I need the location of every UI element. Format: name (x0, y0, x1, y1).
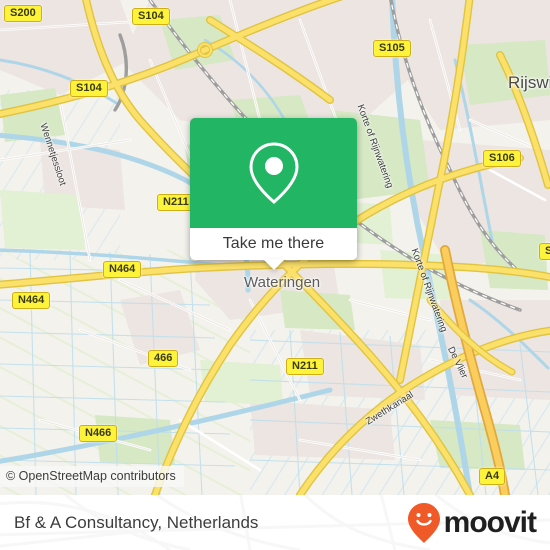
take-me-there-label: Take me there (222, 235, 325, 252)
map-attribution[interactable]: © OpenStreetMap contributors (0, 466, 184, 487)
road-shield: N466 (79, 425, 118, 442)
map-screenshot: Wateringen Rijswijk Wennetjessloot Korte… (0, 0, 550, 550)
road-shield: N211 (286, 358, 324, 375)
moovit-brand[interactable]: moovit (407, 495, 537, 550)
map-canvas[interactable]: Wateringen Rijswijk Wennetjessloot Korte… (0, 0, 550, 495)
moovit-wordmark: moovit (443, 505, 537, 539)
place-title: Bf & A Consultancy, Netherlands (14, 512, 259, 532)
popup-tail-pointer (262, 259, 285, 270)
take-me-there-button[interactable]: Take me there (190, 228, 357, 260)
road-shield: N464 (12, 292, 51, 309)
moovit-smiley-pin-icon (407, 502, 440, 543)
road-shield: S (539, 243, 550, 260)
road-shield: S106 (483, 150, 521, 167)
map-pin-icon (248, 142, 299, 204)
popup-pin-panel (190, 118, 357, 228)
location-popup-card[interactable]: Take me there (190, 118, 357, 270)
road-shield: S105 (373, 40, 411, 57)
road-shield: 466 (148, 350, 179, 367)
road-shield: N464 (103, 261, 142, 278)
footer-bar: Bf & A Consultancy, Netherlands moovit (0, 495, 550, 550)
road-shield: A4 (479, 468, 506, 485)
road-shield: S104 (70, 80, 108, 97)
road-shield: S200 (4, 5, 42, 22)
road-shield: S104 (132, 8, 170, 25)
